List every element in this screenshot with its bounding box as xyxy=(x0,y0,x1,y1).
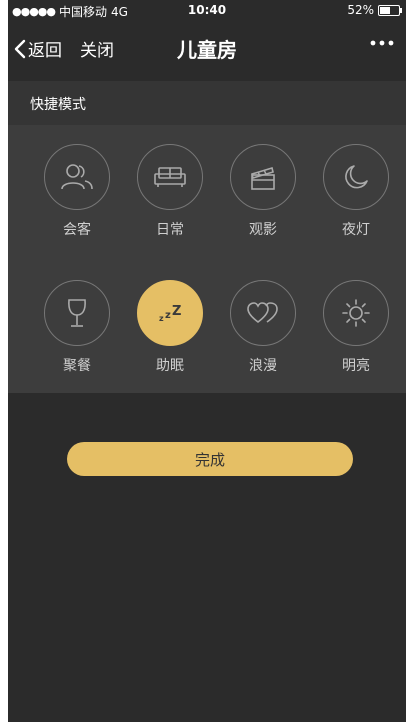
people-icon xyxy=(61,164,93,190)
status-bar: ●●●●● 中国移动 4G 10:40 52% xyxy=(8,0,406,20)
mode-label: 聚餐 xyxy=(63,358,91,374)
mode-circle xyxy=(323,280,389,346)
mode-dinner[interactable]: 聚餐 xyxy=(37,280,117,375)
more-icon[interactable] xyxy=(370,40,394,46)
mode-circle xyxy=(137,144,203,210)
mode-circle xyxy=(230,280,296,346)
mode-label: 助眠 xyxy=(156,358,184,374)
phone-screen: ●●●●● 中国移动 4G 10:40 52% 返回 关闭 儿童房 快捷模式 会… xyxy=(8,0,406,722)
battery-icon xyxy=(378,4,402,16)
mode-meeting[interactable]: 会客 xyxy=(37,144,117,239)
section-title: 快捷模式 xyxy=(30,97,86,113)
nav-bar: 返回 关闭 儿童房 xyxy=(8,28,406,72)
page-title: 儿童房 xyxy=(177,38,237,62)
hearts-icon xyxy=(247,302,278,324)
mode-circle xyxy=(44,144,110,210)
mode-daily[interactable]: 日常 xyxy=(130,144,210,239)
moon-icon xyxy=(345,165,368,189)
section-header: 快捷模式 xyxy=(8,81,406,125)
back-label: 返回 xyxy=(28,41,62,61)
mode-circle-active: z z Z xyxy=(137,280,203,346)
mode-circle xyxy=(44,280,110,346)
mode-sleep[interactable]: z z Z 助眠 xyxy=(130,280,210,375)
svg-text:z: z xyxy=(165,310,171,321)
mode-circle xyxy=(323,144,389,210)
sofa-icon xyxy=(154,167,186,187)
sleep-zzz-icon: z z Z xyxy=(159,304,181,323)
mode-label: 观影 xyxy=(249,222,277,238)
chevron-left-icon xyxy=(14,39,26,58)
svg-text:Z: Z xyxy=(172,304,181,319)
status-time: 10:40 xyxy=(187,3,227,17)
svg-text:z: z xyxy=(159,314,164,323)
status-right: 52% xyxy=(347,3,402,17)
wine-glass-icon xyxy=(68,299,86,327)
mode-label: 会客 xyxy=(63,222,91,238)
mode-label: 浪漫 xyxy=(249,358,277,374)
mode-grid: 会客 日常 观影 夜灯 聚餐 z z Z 助眠 浪漫 明亮 xyxy=(8,125,406,393)
back-button[interactable]: 返回 xyxy=(14,36,62,61)
close-button[interactable]: 关闭 xyxy=(80,36,114,61)
mode-label: 日常 xyxy=(156,222,184,238)
mode-bright[interactable]: 明亮 xyxy=(316,280,396,375)
mode-movie[interactable]: 观影 xyxy=(223,144,303,239)
mode-label: 夜灯 xyxy=(342,222,370,238)
done-button[interactable]: 完成 xyxy=(67,442,353,476)
clapperboard-icon xyxy=(251,166,275,190)
mode-romance[interactable]: 浪漫 xyxy=(223,280,303,375)
battery-percent: 52% xyxy=(347,3,374,17)
mode-night-light[interactable]: 夜灯 xyxy=(316,144,396,239)
mode-circle xyxy=(230,144,296,210)
sun-icon xyxy=(342,299,370,327)
mode-label: 明亮 xyxy=(342,358,370,374)
